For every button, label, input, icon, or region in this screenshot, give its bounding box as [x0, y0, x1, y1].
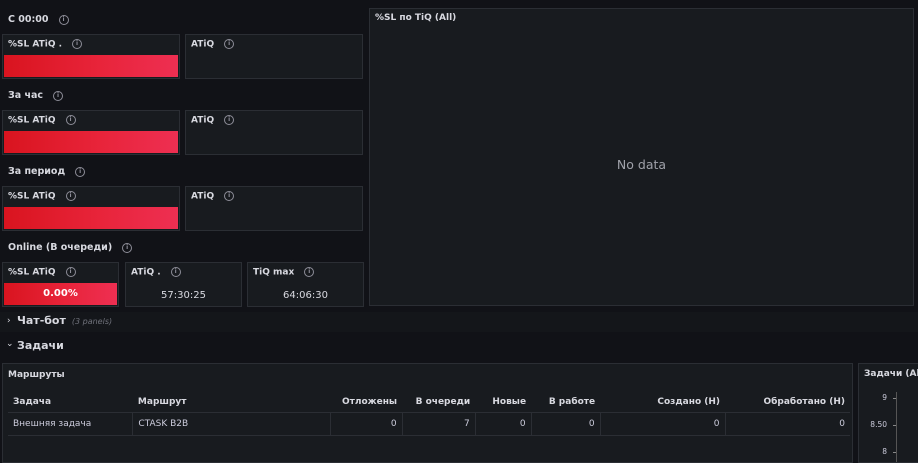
section-title-tasks: Задачи: [17, 339, 64, 352]
panel-title: %SL ATiQ i: [8, 267, 76, 278]
panel-count: (3 panels): [71, 317, 113, 326]
column-header[interactable]: Обработано (Н): [725, 392, 850, 413]
table-cell: 0: [330, 412, 403, 436]
table-cell: 0: [531, 412, 601, 436]
table-cell: 0: [725, 412, 850, 436]
info-icon[interactable]: i: [65, 115, 76, 125]
routes-table: Задача Маршрут Отложены В очереди Новые …: [8, 392, 850, 436]
tiq-max-panel: TiQ max i 64:06:30: [247, 262, 364, 307]
table-row: Внешняя задача CTASK B2B 0 7 0 0 0 0: [8, 412, 850, 436]
table-cell: Внешняя задача: [8, 412, 134, 436]
row-chatbot[interactable]: › Чат-бот (3 panels): [0, 312, 918, 332]
y-tick-label: 8: [882, 447, 887, 456]
row-title-per-period: За период i: [8, 166, 86, 177]
info-icon[interactable]: i: [53, 90, 64, 101]
tasks-all-panel: Задачи (All) 9 8.50 8: [858, 363, 918, 463]
atiq-panel-2: ATiQ i: [185, 110, 363, 155]
column-header[interactable]: Отложены: [330, 392, 403, 413]
column-header[interactable]: В очереди: [402, 392, 476, 413]
sl-bar: [4, 131, 178, 153]
column-header[interactable]: Задача: [8, 392, 133, 413]
info-icon[interactable]: i: [170, 267, 181, 277]
sl-atiq-panel-1: %SL ATiQ .i: [2, 34, 180, 79]
sl-atiq-panel-online: %SL ATiQ i 0.00%: [2, 262, 119, 307]
row-title-label: С 00:00: [8, 14, 49, 25]
y-tick-label: 8.50: [870, 420, 887, 429]
info-icon[interactable]: i: [72, 39, 83, 49]
row-title-per-hour: За час i: [8, 90, 64, 101]
tiq-max-value: 64:06:30: [283, 290, 328, 301]
row-title-label: За период: [8, 166, 66, 177]
column-header[interactable]: Маршрут: [132, 392, 331, 413]
row-title-label: За час: [8, 90, 44, 101]
info-icon[interactable]: i: [122, 242, 133, 253]
sl-atiq-panel-3: %SL ATiQ i: [2, 186, 180, 231]
column-header[interactable]: В работе: [531, 392, 601, 413]
row-tasks[interactable]: ⌄ Задачи: [0, 336, 918, 356]
panel-title: ATiQ i: [191, 39, 235, 50]
routes-table-panel: Маршруты Задача Маршрут Отложены В очере…: [2, 363, 853, 463]
column-header[interactable]: Создано (Н): [600, 392, 726, 413]
info-icon[interactable]: i: [75, 166, 86, 177]
atiq-panel-3: ATiQ i: [185, 186, 363, 231]
chevron-down-icon[interactable]: ⌄: [6, 339, 14, 349]
panel-title: ATiQ i: [191, 191, 235, 202]
info-icon[interactable]: i: [224, 39, 235, 49]
panel-title: %SL ATiQ .i: [8, 39, 83, 50]
chevron-right-icon[interactable]: ›: [7, 316, 11, 326]
sl-atiq-panel-2: %SL ATiQ i: [2, 110, 180, 155]
panel-title: Задачи (All): [864, 369, 918, 379]
info-icon[interactable]: i: [65, 191, 76, 201]
sl-value-bar: 0.00%: [4, 283, 117, 305]
panel-title: TiQ max i: [253, 267, 315, 278]
sl-bar: [4, 207, 178, 229]
info-icon[interactable]: i: [65, 267, 76, 277]
info-icon[interactable]: i: [58, 14, 69, 25]
panel-title: ATiQ .i: [131, 267, 181, 278]
table-cell: 7: [402, 412, 476, 436]
sl-by-tiq-panel: %SL по TiQ (All) No data: [369, 8, 914, 306]
table-cell: 0: [600, 412, 726, 436]
atiq-panel-online: ATiQ .i 57:30:25: [125, 262, 242, 307]
table-cell: 0: [475, 412, 532, 436]
info-icon[interactable]: i: [224, 115, 235, 125]
panel-title: %SL ATiQ i: [8, 191, 76, 202]
panel-title: %SL по TiQ (All): [375, 13, 457, 23]
section-title-chatbot: Чат-бот (3 panels): [17, 314, 113, 327]
panel-title: %SL ATiQ i: [8, 115, 76, 126]
panel-title: Маршруты: [8, 370, 65, 380]
row-title-online: Online (В очереди) i: [8, 242, 133, 253]
no-data-message: No data: [616, 157, 667, 172]
atiq-panel-1: ATiQ i: [185, 34, 363, 79]
table-header-row: Задача Маршрут Отложены В очереди Новые …: [8, 392, 850, 413]
atiq-value: 57:30:25: [161, 290, 206, 301]
row-title-label: Online (В очереди): [8, 242, 113, 253]
table-cell: CTASK B2B: [132, 412, 332, 436]
y-tick-label: 9: [882, 393, 887, 402]
y-axis-line: [896, 392, 897, 462]
info-icon[interactable]: i: [304, 267, 315, 277]
info-icon[interactable]: i: [224, 191, 235, 201]
sl-bar: [4, 55, 178, 77]
row-title-since-midnight: С 00:00 i: [8, 14, 69, 25]
column-header[interactable]: Новые: [475, 392, 532, 413]
panel-title: ATiQ i: [191, 115, 235, 126]
